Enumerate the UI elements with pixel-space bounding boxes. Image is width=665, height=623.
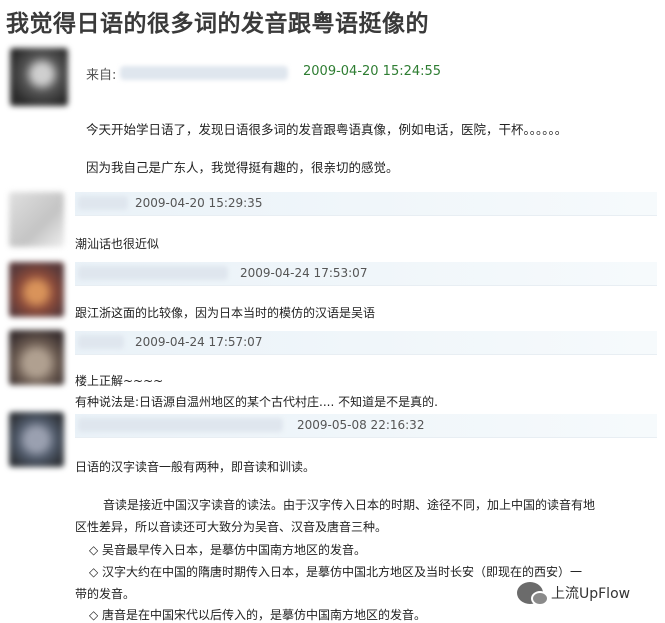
reply-author-blurred[interactable] (78, 418, 283, 432)
reply-author-blurred[interactable] (78, 335, 124, 349)
thread-title: 我觉得日语的很多词的发音跟粤语挺像的 (6, 11, 429, 37)
reply-author-blurred[interactable] (78, 196, 128, 210)
reply-text: 日语的汉字读音一般有两种，即音读和训读。 (75, 460, 316, 474)
reply-text: 区性差异，所以音读还可大致分为吴音、汉音及唐音三种。 (75, 520, 388, 534)
from-label: 来自: (86, 68, 117, 83)
reply-timestamp: 2009-04-20 15:29:35 (135, 196, 263, 210)
reply-text: 跟江浙这面的比较像，因为日本当时的模仿的汉语是吴语 (75, 306, 376, 320)
reply-text: 有种说法是:日语源自温州地区的某个古代村庄.... 不知道是不是真的. (75, 395, 438, 409)
post-timestamp: 2009-04-20 15:24:55 (303, 64, 442, 79)
reply-avatar[interactable] (9, 192, 64, 247)
watermark: 上流UpFlow (517, 582, 631, 606)
author-name-blurred[interactable] (120, 66, 288, 80)
reply-text: ◇ 唐音是在中国宋代以后传入的，是摹仿中国南方地区的发音。 (89, 608, 427, 622)
reply-avatar[interactable] (9, 412, 64, 467)
reply-avatar[interactable] (9, 262, 64, 317)
watermark-text: 上流UpFlow (551, 586, 631, 602)
reply-text: 楼上正解~~~~ (75, 374, 164, 388)
reply-timestamp: 2009-04-24 17:53:07 (240, 266, 368, 280)
reply-text: 潮汕话也很近似 (75, 237, 160, 251)
reply-timestamp: 2009-05-08 22:16:32 (297, 418, 425, 432)
reply-timestamp: 2009-04-24 17:57:07 (135, 335, 263, 349)
reply-text: ◇ 吴音最早传入日本，是摹仿中国南方地区的发音。 (89, 543, 367, 557)
reply-text: 带的发音。 (75, 587, 136, 601)
author-avatar[interactable] (10, 48, 68, 106)
reply-author-blurred[interactable] (78, 266, 228, 280)
wechat-icon (517, 582, 549, 606)
post-body-line: 今天开始学日语了，发现日语很多词的发音跟粤语真像，例如电话，医院，干杯。。。。。… (86, 122, 568, 137)
post-body-line: 因为我自己是广东人，我觉得挺有趣的，很亲切的感觉。 (86, 160, 399, 175)
reply-avatar[interactable] (9, 330, 64, 385)
reply-text: ◇ 汉字大约在中国的隋唐时期传入日本，是摹仿中国北方地区及当时长安（即现在的西安… (89, 565, 583, 579)
reply-text: 音读是接近中国汉字读音的读法。由于汉字传入日本的时期、途径不同，加上中国的读音有… (103, 498, 596, 512)
